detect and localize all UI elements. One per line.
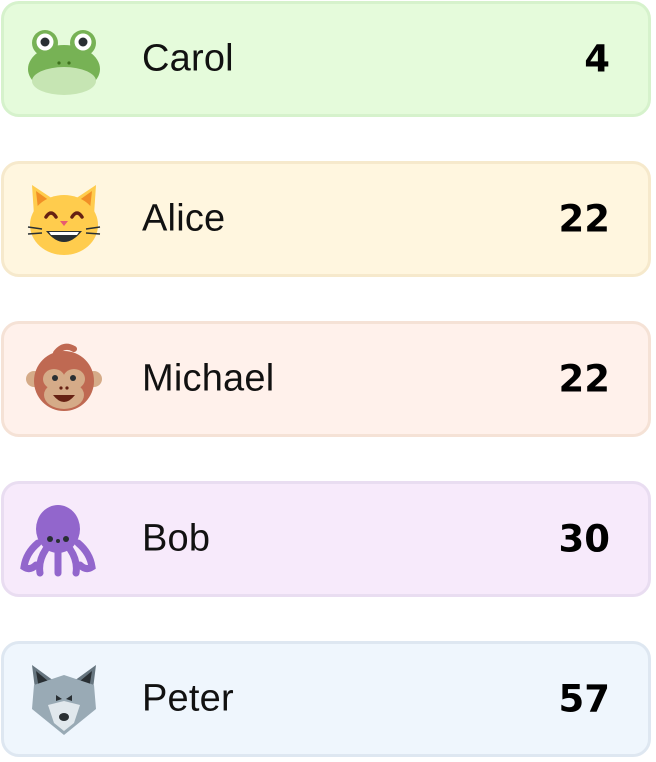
player-name: Alice xyxy=(142,197,226,240)
player-score: 57 xyxy=(558,677,611,721)
cat-icon xyxy=(26,181,102,257)
player-row-carol: Carol 4 xyxy=(1,1,651,117)
player-name: Bob xyxy=(142,517,211,560)
player-row-peter: Peter 57 xyxy=(1,641,651,757)
player-row-michael: Michael 22 xyxy=(1,321,651,437)
player-score: 4 xyxy=(584,37,610,81)
leaderboard-list: Carol 4 Alice 22 Michael 22 Bob 30 Peter… xyxy=(0,0,656,762)
player-name: Peter xyxy=(142,677,234,720)
player-score: 30 xyxy=(558,517,611,561)
player-score: 22 xyxy=(558,357,611,401)
frog-icon xyxy=(26,21,102,97)
octopus-icon xyxy=(20,501,96,577)
monkey-icon xyxy=(26,341,102,417)
player-score: 22 xyxy=(558,197,611,241)
player-name: Michael xyxy=(142,357,275,400)
player-name: Carol xyxy=(142,37,234,80)
player-row-alice: Alice 22 xyxy=(1,161,651,277)
wolf-icon xyxy=(26,661,102,737)
player-row-bob: Bob 30 xyxy=(1,481,651,597)
